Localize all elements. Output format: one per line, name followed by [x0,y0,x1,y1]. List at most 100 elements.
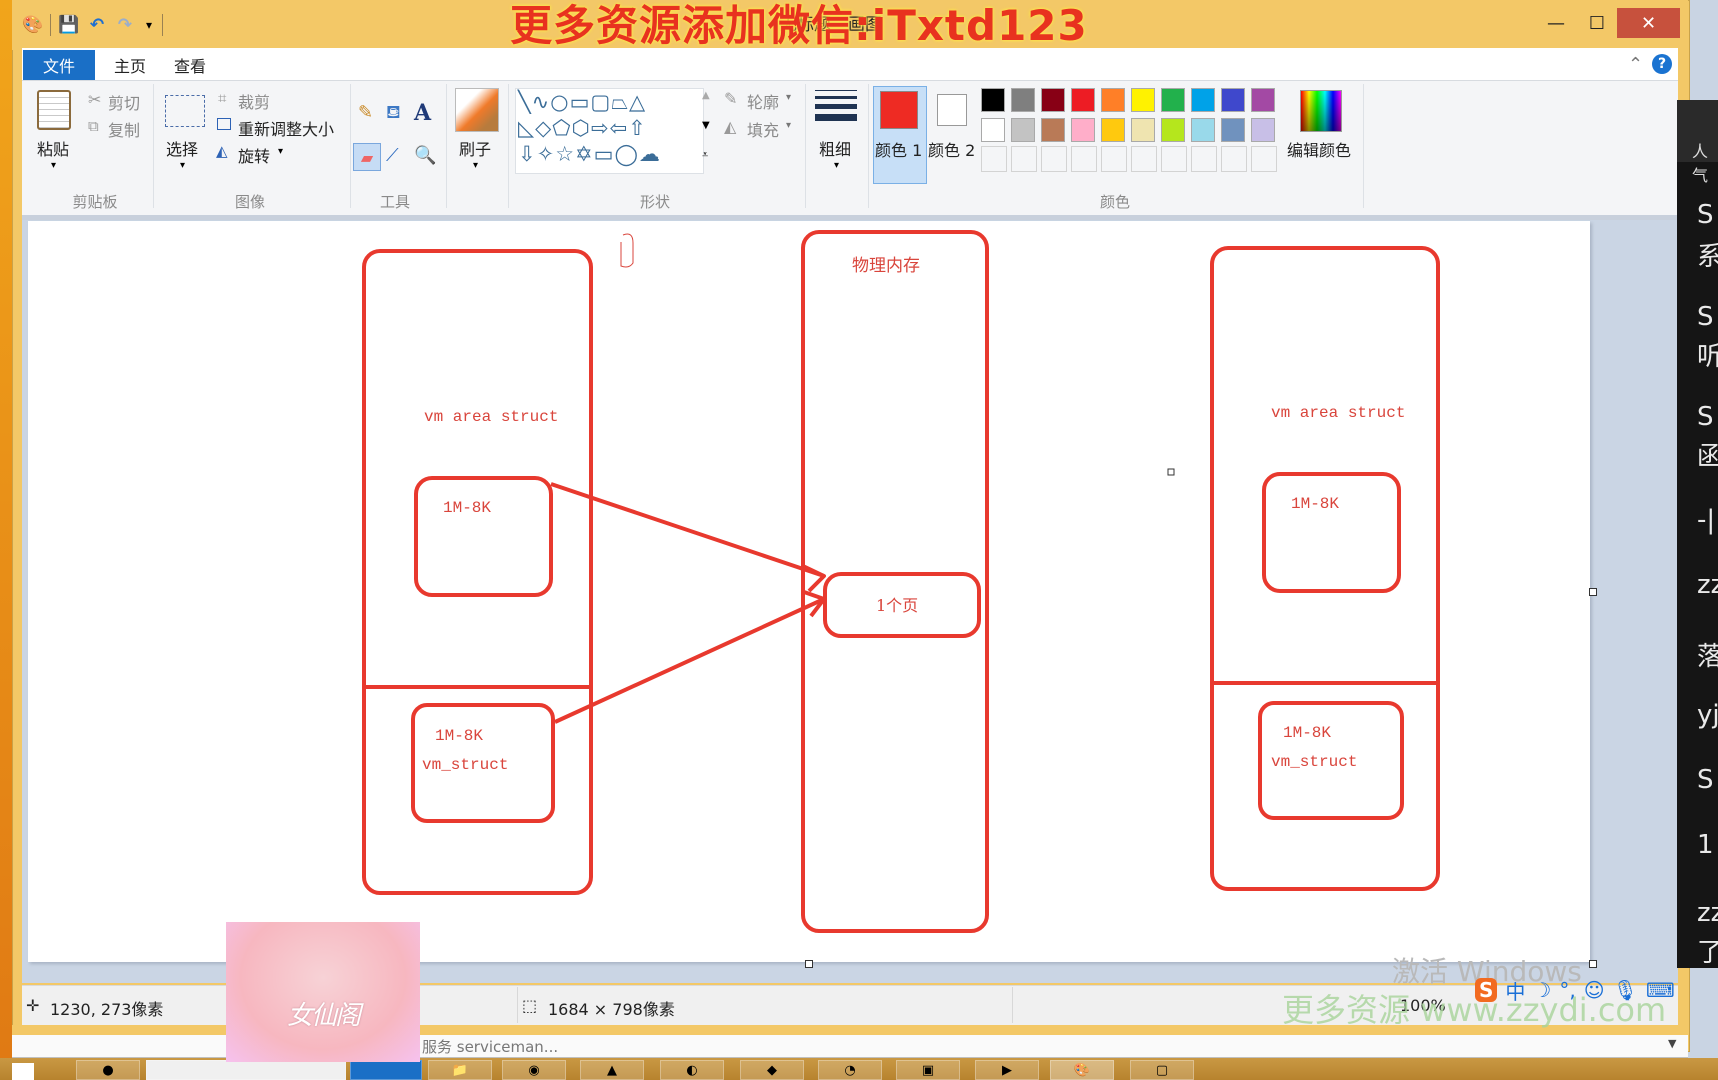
pencil-icon[interactable]: ✎ [358,102,373,123]
taskbar-app-clock-icon[interactable]: ◔ [818,1060,882,1080]
fill-button[interactable]: 填充 [747,117,779,141]
cut-button[interactable]: 剪切 [108,90,140,114]
palette-swatch[interactable] [1251,118,1275,142]
sogou-ime-icon[interactable]: S [1475,978,1498,1002]
shapes-scroll-down-icon[interactable]: ▼ [702,120,710,131]
palette-swatch[interactable] [1101,88,1125,112]
taskbar-app-ie-icon[interactable] [146,1060,346,1080]
palette-swatch[interactable] [1041,118,1065,142]
select-button[interactable]: 选择 [166,136,198,160]
canvas-resize-handle-right[interactable] [1589,588,1597,596]
side-panel-item[interactable]: S [1697,765,1714,795]
palette-swatch[interactable] [1071,118,1095,142]
magnifier-icon[interactable]: 🔍 [414,145,436,166]
palette-swatch[interactable] [1101,118,1125,142]
rotate-button[interactable]: 旋转 [238,143,270,167]
paste-icon[interactable] [37,90,71,130]
copy-button[interactable]: 复制 [108,117,140,141]
taskbar-app-people-icon[interactable]: ● [76,1060,140,1080]
side-panel-item[interactable]: 落 [1697,636,1718,673]
palette-swatch[interactable] [1251,88,1275,112]
palette-swatch[interactable] [1221,88,1245,112]
palette-swatch[interactable] [1191,88,1215,112]
paste-button[interactable]: 粘贴 [37,136,69,160]
size-dropdown-icon[interactable]: ▾ [834,160,839,171]
side-panel-item[interactable]: yj [1697,700,1718,730]
palette-swatch[interactable] [1191,118,1215,142]
custom-color-slot[interactable] [1101,146,1127,172]
taskbar-app-blue-icon[interactable]: ▣ [896,1060,960,1080]
moon-icon[interactable]: ☽ [1533,978,1551,1002]
fill-dropdown-icon[interactable]: ▾ [786,120,791,131]
palette-swatch[interactable] [1041,88,1065,112]
collapse-ribbon-icon[interactable]: ⌃ [1628,54,1643,75]
customize-qat-icon[interactable]: ▾ [138,14,160,36]
paint-app-icon[interactable]: 🎨 [22,14,44,36]
brush-icon[interactable] [455,88,499,132]
brushes-dropdown-icon[interactable]: ▾ [473,160,478,171]
palette-swatch[interactable] [1131,88,1155,112]
mic-icon[interactable]: 🎙 [1613,978,1638,1002]
outline-button[interactable]: 轮廓 [747,89,779,113]
taskbar-app-active-icon[interactable] [350,1060,422,1080]
undo-icon[interactable]: ↶ [86,14,108,36]
palette-swatch[interactable] [1161,88,1185,112]
size-button[interactable]: 粗细 [819,136,851,160]
custom-color-slot[interactable] [1131,146,1157,172]
custom-color-slot[interactable] [1041,146,1067,172]
maximize-button[interactable]: ☐ [1577,8,1617,38]
minimize-button[interactable]: — [1536,8,1576,38]
chinese-mode-icon[interactable]: 中 [1505,976,1525,1005]
save-icon[interactable]: 💾 [58,14,80,36]
custom-color-slot[interactable] [1011,146,1037,172]
taskbar-app-explorer-icon[interactable]: 📁 [428,1060,492,1080]
emoji-icon[interactable]: ☺ [1584,978,1605,1002]
taskbar-app-screen-icon[interactable]: ▢ [1130,1060,1194,1080]
side-panel-item[interactable]: zz [1697,570,1718,600]
tab-file[interactable]: 文件 [23,50,95,80]
side-panel-item[interactable]: S [1697,302,1714,332]
color-picker-icon[interactable]: ⟋ [386,145,399,166]
text-tool-icon[interactable]: A [414,100,431,126]
size-icon[interactable] [815,90,857,121]
palette-swatch[interactable] [981,88,1005,112]
side-panel-item[interactable]: S [1697,402,1714,432]
custom-color-slot[interactable] [1251,146,1277,172]
resize-button[interactable]: 重新调整大小 [238,116,334,140]
close-button[interactable]: ✕ [1617,8,1680,38]
crop-button[interactable]: 裁剪 [238,89,270,113]
custom-color-slot[interactable] [1221,146,1247,172]
outline-dropdown-icon[interactable]: ▾ [786,92,791,103]
select-icon[interactable] [165,95,205,127]
keyboard-icon[interactable]: ⌨ [1646,978,1675,1002]
side-panel-item[interactable]: zz [1697,898,1718,928]
canvas-resize-handle-corner[interactable] [1589,960,1597,968]
tab-view[interactable]: 查看 [160,50,220,80]
fill-bucket-icon[interactable]: ⛾ [386,102,401,126]
palette-swatch[interactable] [1221,118,1245,142]
canvas-resize-handle-bottom[interactable] [805,960,813,968]
shapes-gallery[interactable]: ╲∿○▭▢⏢△ ◺◇⬠⬡⇨⇦⇧ ⇩✧☆✡▭◯☁ [515,88,704,174]
help-icon[interactable]: ? [1652,54,1672,74]
taskbar-app-chrome-icon[interactable]: ◐ [660,1060,724,1080]
paste-dropdown-icon[interactable]: ▾ [51,160,56,171]
punct-icon[interactable]: °, [1559,978,1575,1002]
eraser-icon[interactable]: ▰ [353,143,381,171]
color2-swatch[interactable] [937,94,967,126]
shapes-expand-icon[interactable]: ⩡ [702,148,708,162]
side-panel-item[interactable]: S [1697,200,1714,230]
selection-handle[interactable] [1167,468,1175,476]
select-dropdown-icon[interactable]: ▾ [180,160,185,171]
side-panel-item[interactable]: 1 [1697,830,1714,860]
taskbar-app-qq-icon[interactable]: ◉ [502,1060,566,1080]
custom-color-slot[interactable] [981,146,1007,172]
palette-swatch[interactable] [1161,118,1185,142]
brushes-button[interactable]: 刷子 [459,136,491,160]
taskbar-app-black-icon[interactable]: ◆ [740,1060,804,1080]
palette-swatch[interactable] [1011,88,1035,112]
color2-label[interactable]: 颜色 2 [928,137,975,161]
side-panel-item[interactable]: 系 [1697,236,1718,273]
edit-colors-icon[interactable] [1300,90,1342,132]
palette-swatch[interactable] [1011,118,1035,142]
custom-color-slot[interactable] [1071,146,1097,172]
